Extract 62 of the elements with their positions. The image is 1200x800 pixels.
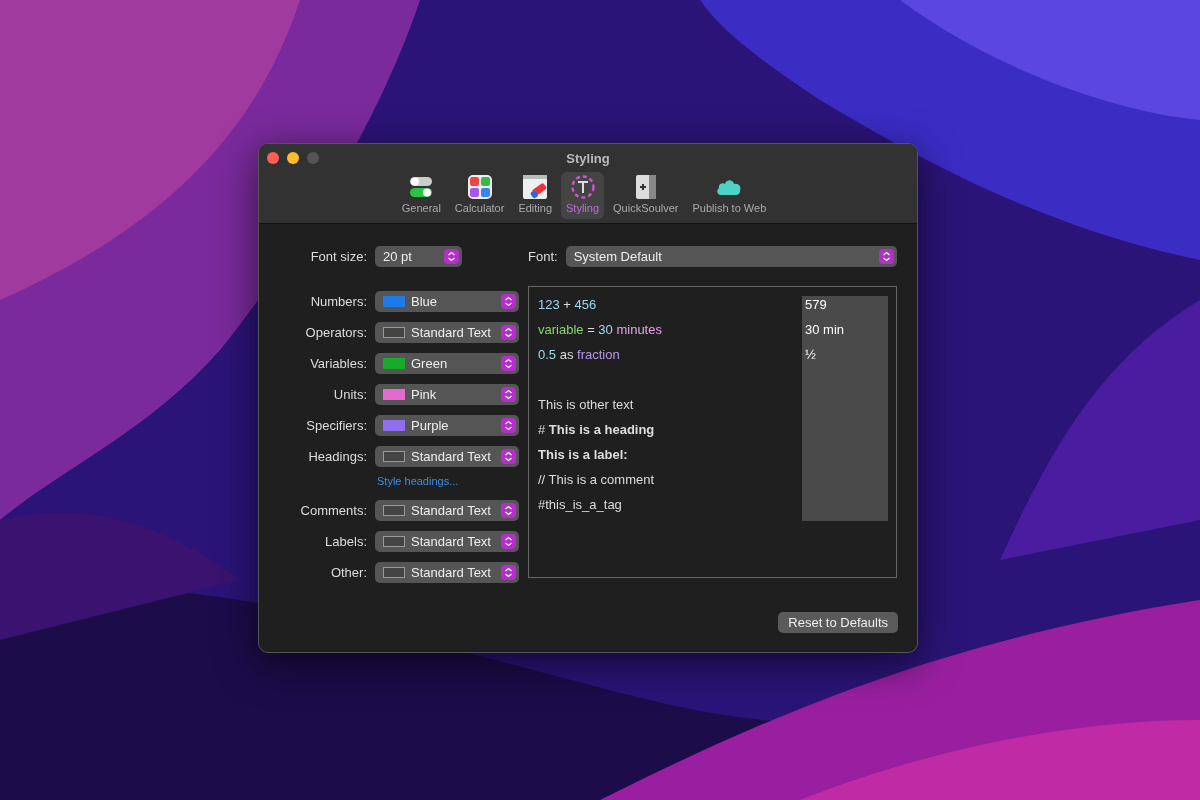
popup-button[interactable]: System Default bbox=[565, 246, 897, 267]
stepper-arrows-icon bbox=[501, 294, 516, 309]
color-swatch bbox=[383, 505, 405, 516]
field-label: Other: bbox=[329, 563, 367, 582]
popup-button[interactable]: Pink bbox=[375, 384, 519, 405]
preview-line: #this_is_a_tag bbox=[538, 496, 622, 514]
field-label: Labels: bbox=[324, 532, 367, 551]
toolbar-tab[interactable]: QuickSoulver bbox=[608, 171, 684, 219]
popup-button[interactable]: Standard Text bbox=[375, 446, 519, 467]
toolbar-tab[interactable]: Calculator bbox=[449, 171, 510, 219]
minimize-button[interactable] bbox=[287, 152, 299, 164]
popup-button[interactable]: Standard Text bbox=[375, 562, 519, 583]
field-label: Specifiers: bbox=[305, 416, 367, 435]
preview-line: This is other text bbox=[538, 396, 634, 414]
toolbar-tab[interactable]: Editing bbox=[513, 171, 558, 219]
field-label: Comments: bbox=[299, 501, 367, 520]
eraser-icon bbox=[522, 173, 549, 200]
preview-line: 0.5 as fraction bbox=[538, 346, 620, 364]
stepper-arrows-icon bbox=[501, 418, 516, 433]
field-label: Headings: bbox=[307, 447, 367, 466]
result-text: ½ bbox=[805, 347, 816, 362]
result-text: 579 bbox=[805, 297, 827, 312]
stepper-arrows-icon bbox=[878, 249, 894, 264]
result-text: 30 min bbox=[805, 322, 845, 337]
stepper-arrows-icon bbox=[501, 534, 516, 549]
preview-line: variable = 30 minutes bbox=[538, 321, 662, 339]
preview-line: // This is a comment bbox=[538, 471, 655, 489]
stepper-arrows-icon bbox=[501, 387, 516, 402]
popup-button[interactable]: 20 pt bbox=[375, 246, 462, 267]
preview-line: 123 + 456 bbox=[538, 296, 597, 314]
field-label: Font size: bbox=[309, 247, 367, 266]
preview-line: This is a label: bbox=[538, 446, 628, 464]
stepper-arrows-icon bbox=[501, 565, 516, 580]
calculator-icon bbox=[466, 173, 493, 200]
color-swatch bbox=[383, 451, 405, 462]
toolbar-tab[interactable]: Publish to Web bbox=[687, 171, 772, 219]
window-title: Styling bbox=[566, 151, 610, 166]
popup-button[interactable]: Standard Text bbox=[375, 500, 519, 521]
text-style-icon bbox=[569, 173, 596, 200]
stepper-arrows-icon bbox=[501, 449, 516, 464]
stepper-arrows-icon bbox=[501, 503, 516, 518]
popup-button[interactable]: Standard Text bbox=[375, 322, 519, 343]
close-button[interactable] bbox=[267, 152, 279, 164]
popup-button[interactable]: Purple bbox=[375, 415, 519, 436]
field-label: Numbers: bbox=[309, 292, 367, 311]
stepper-arrows-icon bbox=[444, 249, 459, 264]
field-label: Variables: bbox=[309, 354, 367, 373]
popup-button[interactable]: Green bbox=[375, 353, 519, 374]
color-swatch bbox=[383, 536, 405, 547]
reset-button[interactable]: Reset to Defaults bbox=[778, 611, 898, 633]
stepper-arrows-icon bbox=[501, 325, 516, 340]
field-label: Units: bbox=[332, 385, 367, 404]
color-swatch bbox=[383, 567, 405, 578]
stepper-arrows-icon bbox=[501, 356, 516, 371]
field-label: Operators: bbox=[304, 323, 367, 342]
style-headings-link[interactable]: Style headings... bbox=[377, 475, 459, 487]
field-label: Font: bbox=[528, 247, 558, 266]
popup-button[interactable]: Standard Text bbox=[375, 531, 519, 552]
color-swatch bbox=[383, 327, 405, 338]
popup-button[interactable]: Blue bbox=[375, 291, 519, 312]
toolbar-tab[interactable]: General bbox=[396, 171, 446, 219]
preview-line: # This is a heading bbox=[538, 421, 655, 439]
